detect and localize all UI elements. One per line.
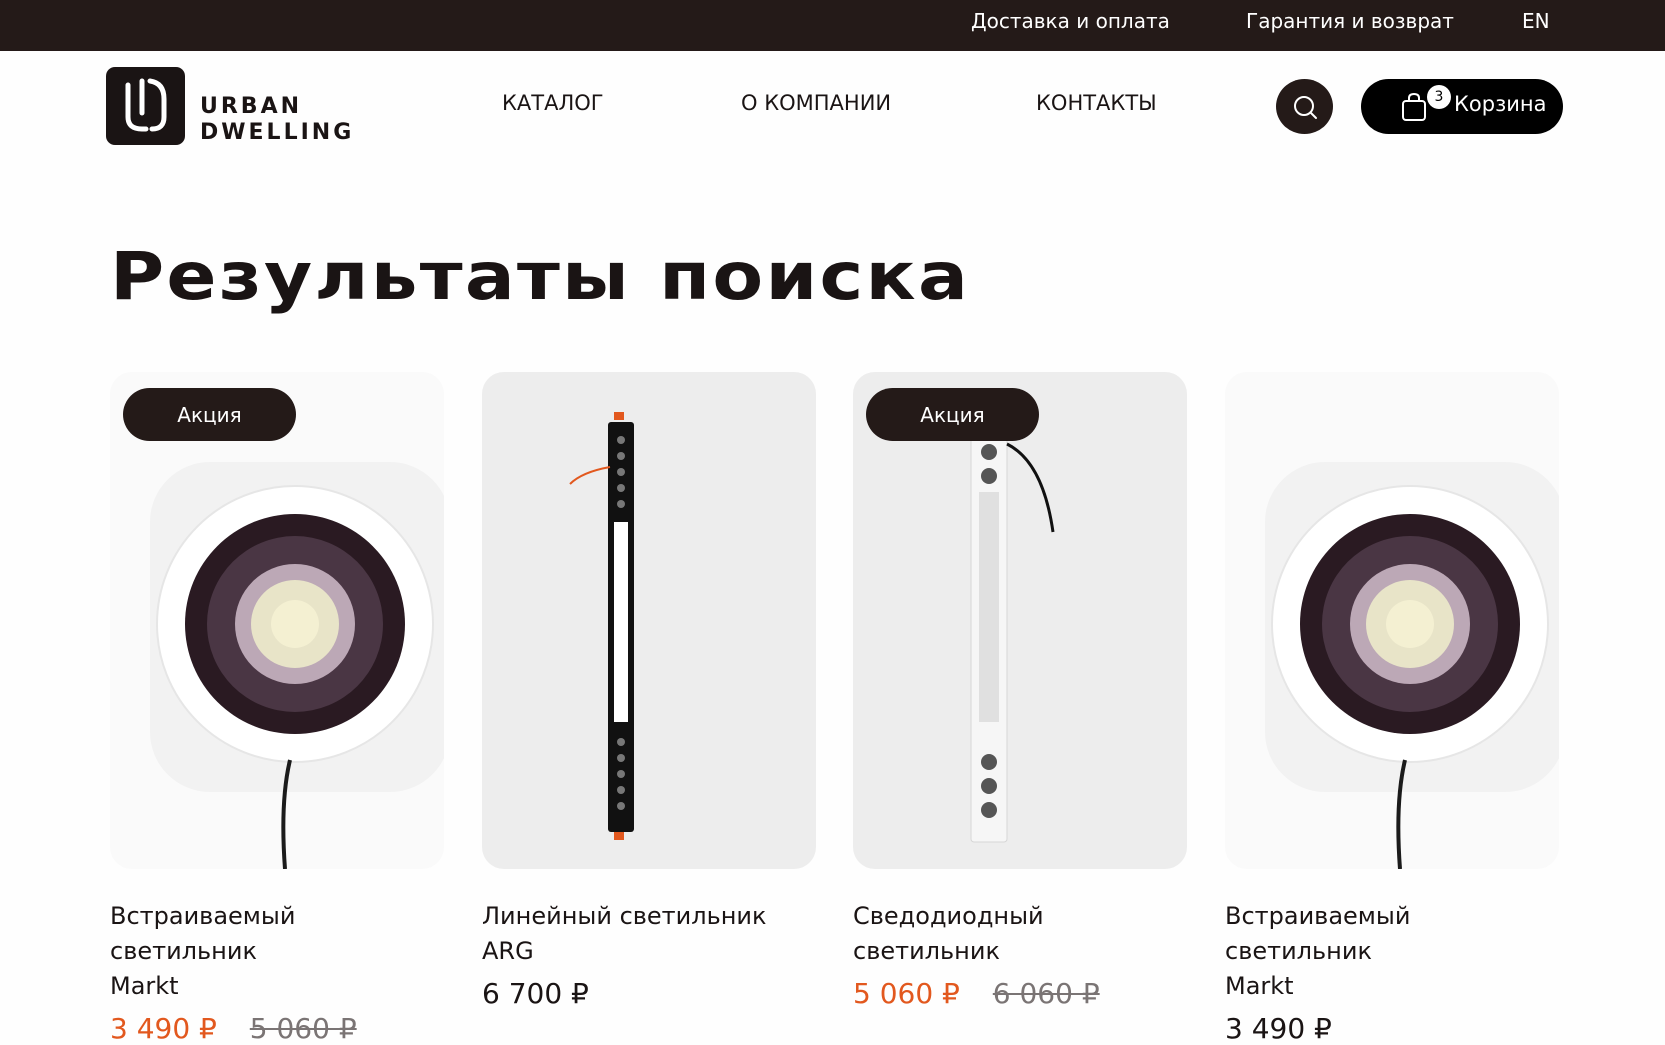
product-prices: 6 700 ₽ <box>482 977 816 1010</box>
product-prices: 3 490 ₽ <box>1225 1012 1559 1045</box>
product-card[interactable]: Акция Сведодиодный светильник 5 060 ₽ 6 … <box>853 372 1187 1010</box>
product-prices: 5 060 ₽ 6 060 ₽ <box>853 977 1187 1010</box>
product-name[interactable]: Сведодиодный светильник <box>853 899 1187 969</box>
logo-line-2: DWELLING <box>200 120 355 145</box>
search-button[interactable] <box>1276 79 1333 134</box>
product-name-line: Сведодиодный светильник <box>853 902 1044 965</box>
site-header: URBAN DWELLING КАТАЛОГ О КОМПАНИИ КОНТАК… <box>0 51 1665 161</box>
product-card[interactable]: Линейный светильник ARG 6 700 ₽ <box>482 372 816 1010</box>
product-prices: 3 490 ₽ 5 060 ₽ <box>110 1012 444 1045</box>
recessed-light-image <box>150 462 444 869</box>
product-image[interactable] <box>1225 372 1559 869</box>
cart-label: Корзина <box>1454 92 1547 116</box>
cart-button[interactable]: 3 Корзина <box>1361 79 1563 134</box>
product-name[interactable]: Встраиваемый светильник Markt <box>1225 899 1559 1004</box>
product-price: 3 490 ₽ <box>110 1012 217 1045</box>
recessed-light-image <box>1265 462 1559 869</box>
product-price: 6 700 ₽ <box>482 977 589 1010</box>
nav-contacts[interactable]: КОНТАКТЫ <box>1036 91 1157 115</box>
product-name-line: Markt <box>1225 972 1294 1000</box>
logo-wordmark[interactable]: URBAN DWELLING <box>200 94 354 146</box>
product-image[interactable] <box>482 372 816 869</box>
logo-icon[interactable] <box>106 67 185 145</box>
product-name[interactable]: Линейный светильник ARG <box>482 899 816 969</box>
product-name[interactable]: Встраиваемый светильник Markt <box>110 899 444 1004</box>
cart-count-badge: 3 <box>1427 85 1451 109</box>
nav-catalog[interactable]: КАТАЛОГ <box>502 91 604 115</box>
product-name-line: Встраиваемый светильник <box>110 902 296 965</box>
product-name-line: Markt <box>110 972 179 1000</box>
product-card[interactable]: Акция Встраиваемый светильник Markt 3 49… <box>110 372 444 1045</box>
top-bar: Доставка и оплата Гарантия и возврат EN <box>0 0 1665 51</box>
product-price: 5 060 ₽ <box>853 977 960 1010</box>
led-light-image <box>970 431 1055 843</box>
sale-badge: Акция <box>866 388 1039 441</box>
product-image[interactable]: Акция <box>110 372 444 869</box>
warranty-link[interactable]: Гарантия и возврат <box>1246 9 1454 33</box>
linear-light-image <box>569 412 634 840</box>
product-card[interactable]: Встраиваемый светильник Markt 3 490 ₽ <box>1225 372 1559 1045</box>
product-old-price: 5 060 ₽ <box>249 1012 357 1045</box>
product-old-price: 6 060 ₽ <box>992 977 1100 1010</box>
product-name-line: Встраиваемый светильник <box>1225 902 1411 965</box>
product-price: 3 490 ₽ <box>1225 1012 1332 1045</box>
product-image[interactable]: Акция <box>853 372 1187 869</box>
nav-about[interactable]: О КОМПАНИИ <box>741 91 891 115</box>
delivery-link[interactable]: Доставка и оплата <box>971 9 1170 33</box>
language-switch[interactable]: EN <box>1522 9 1550 33</box>
product-name-line: Линейный светильник ARG <box>482 902 767 965</box>
page-title: Результаты поиска <box>110 238 971 315</box>
logo-line-1: URBAN <box>200 94 303 119</box>
sale-badge: Акция <box>123 388 296 441</box>
shopping-bag-icon <box>1402 92 1426 121</box>
search-icon <box>1293 95 1317 119</box>
